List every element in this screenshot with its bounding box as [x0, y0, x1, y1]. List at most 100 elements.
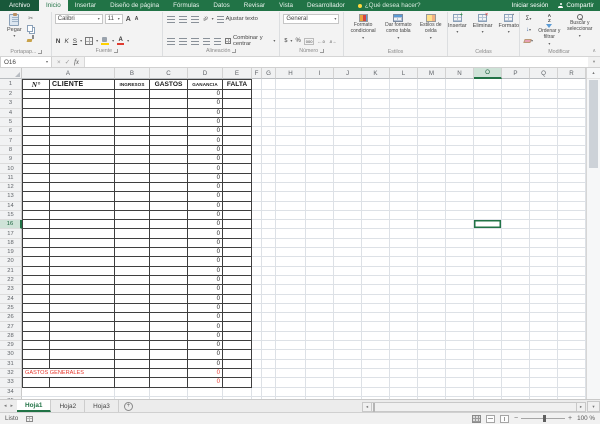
- grid-cell[interactable]: [276, 210, 306, 221]
- column-header-C[interactable]: C: [150, 68, 188, 79]
- cell-ganancia-30[interactable]: 0: [188, 350, 223, 360]
- grid-cell[interactable]: [474, 201, 502, 211]
- grid-cell[interactable]: [390, 359, 418, 369]
- table-cell[interactable]: [50, 238, 115, 249]
- row-header-26[interactable]: 26: [0, 313, 22, 323]
- grid-cell[interactable]: [334, 201, 362, 211]
- grid-cell[interactable]: [390, 108, 418, 118]
- grid-cell[interactable]: [306, 164, 334, 174]
- cell-ganancia-23[interactable]: 0: [188, 285, 223, 295]
- grid-cell[interactable]: [334, 136, 362, 146]
- grid-cell[interactable]: [334, 257, 362, 267]
- table-cell[interactable]: [223, 145, 252, 156]
- grid-cell[interactable]: [502, 303, 530, 314]
- grid-cell[interactable]: [276, 136, 306, 146]
- table-cell[interactable]: [22, 127, 50, 137]
- grid-cell[interactable]: [446, 368, 474, 379]
- grid-cell[interactable]: [276, 79, 306, 90]
- table-cell[interactable]: [223, 90, 252, 100]
- table-cell[interactable]: [22, 145, 50, 156]
- grid-cell[interactable]: [276, 313, 306, 323]
- grid-cell[interactable]: [306, 303, 334, 314]
- grid-cell[interactable]: [334, 387, 362, 397]
- cell-ganancia-20[interactable]: 0: [188, 257, 223, 267]
- cell-ganancia-13[interactable]: 0: [188, 192, 223, 202]
- grid-cell[interactable]: [502, 182, 530, 193]
- table-cell[interactable]: [50, 173, 115, 183]
- grid-cell[interactable]: [446, 285, 474, 295]
- grid-cell[interactable]: [446, 387, 474, 397]
- decrease-decimal-button[interactable]: .0→: [328, 36, 337, 46]
- fill-color-button[interactable]: [100, 36, 110, 46]
- grid-cell[interactable]: [446, 359, 474, 369]
- grid-cell[interactable]: [530, 331, 558, 342]
- grid-cell[interactable]: [418, 275, 446, 286]
- grid-cell[interactable]: [262, 331, 276, 342]
- horizontal-scrollbar[interactable]: ◂ ▸: [362, 401, 586, 412]
- table-cell[interactable]: [115, 294, 150, 304]
- tab-vista[interactable]: Vista: [272, 0, 300, 11]
- grid-cell[interactable]: [390, 322, 418, 332]
- table-cell[interactable]: [223, 359, 252, 369]
- grid-cell[interactable]: [362, 378, 390, 388]
- grid-cell[interactable]: [390, 238, 418, 249]
- row-header-20[interactable]: 20: [0, 257, 22, 267]
- grid-cell[interactable]: [474, 238, 502, 249]
- grid-cell[interactable]: [306, 238, 334, 249]
- table-cell[interactable]: [150, 378, 188, 388]
- table-cell[interactable]: [50, 350, 115, 360]
- vertical-scrollbar[interactable]: ▴: [586, 68, 600, 399]
- grid-cell[interactable]: [502, 145, 530, 156]
- grid-cell[interactable]: [252, 220, 262, 230]
- grid-cell[interactable]: [502, 257, 530, 267]
- grid-cell[interactable]: [446, 155, 474, 165]
- table-cell[interactable]: [150, 155, 188, 165]
- cell-ganancia-28[interactable]: 0: [188, 331, 223, 342]
- grid-cell[interactable]: [390, 275, 418, 286]
- table-cell[interactable]: [223, 108, 252, 118]
- table-cell[interactable]: [22, 99, 50, 109]
- grid-cell[interactable]: [262, 322, 276, 332]
- row-header-11[interactable]: 11: [0, 173, 22, 183]
- grid-cell[interactable]: [252, 136, 262, 146]
- header-cell-ganancia[interactable]: GANANCIA: [188, 79, 223, 90]
- grid-cell[interactable]: [446, 117, 474, 128]
- grid-cell[interactable]: [558, 229, 586, 239]
- row-header-7[interactable]: 7: [0, 136, 22, 146]
- column-header-P[interactable]: P: [502, 68, 530, 79]
- grid-cell[interactable]: [390, 378, 418, 388]
- grid-cell[interactable]: [252, 90, 262, 100]
- grid-cell[interactable]: [362, 173, 390, 183]
- grid-cell[interactable]: [474, 210, 502, 221]
- grid-cell[interactable]: [502, 99, 530, 109]
- header-cell-falta[interactable]: FALTA: [223, 79, 252, 90]
- table-cell[interactable]: [150, 350, 188, 360]
- column-header-L[interactable]: L: [390, 68, 418, 79]
- grid-cell[interactable]: [558, 79, 586, 90]
- grid-cell[interactable]: [446, 248, 474, 258]
- table-cell[interactable]: [223, 182, 252, 193]
- zoom-slider[interactable]: [521, 415, 566, 422]
- grid-cell[interactable]: [276, 275, 306, 286]
- grid-cell[interactable]: [252, 285, 262, 295]
- grid-cell[interactable]: [418, 368, 446, 379]
- table-cell[interactable]: [22, 341, 50, 351]
- grid-cell[interactable]: [390, 182, 418, 193]
- cell-gastos-generales[interactable]: GASTOS GENERALES: [22, 368, 115, 379]
- table-cell[interactable]: [223, 322, 252, 332]
- grid-cell[interactable]: [530, 108, 558, 118]
- grid-cell[interactable]: [262, 257, 276, 267]
- table-cell[interactable]: [22, 117, 50, 128]
- grid-cell[interactable]: [418, 331, 446, 342]
- grid-cell[interactable]: [252, 313, 262, 323]
- shrink-font-button[interactable]: A: [134, 14, 140, 24]
- grid-cell[interactable]: [530, 350, 558, 360]
- grid-cell[interactable]: [390, 331, 418, 342]
- grid-cell[interactable]: [276, 192, 306, 202]
- tab-insertar[interactable]: Insertar: [68, 0, 103, 11]
- grid-cell[interactable]: [558, 359, 586, 369]
- grid-cell[interactable]: [276, 155, 306, 165]
- grid-cell[interactable]: [446, 210, 474, 221]
- grid-cell[interactable]: [334, 368, 362, 379]
- grid-cell[interactable]: [502, 155, 530, 165]
